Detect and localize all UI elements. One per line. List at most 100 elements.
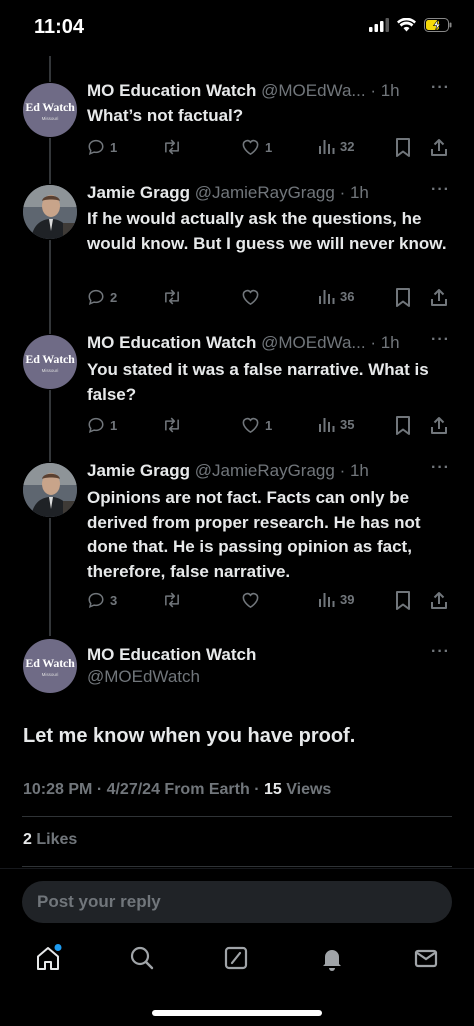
more-options-icon[interactable]: ···	[431, 643, 450, 661]
avatar-text: Ed Watch	[25, 655, 75, 670]
bookmark-icon	[396, 591, 410, 610]
like-count: 1	[265, 417, 273, 433]
bookmark-icon	[396, 416, 410, 435]
reply-count: 1	[110, 417, 118, 433]
cellular-signal-icon	[369, 18, 389, 32]
retweet-button[interactable]	[162, 591, 187, 609]
retweet-button[interactable]	[162, 416, 187, 434]
tweet-text: Opinions are not fact. Facts can only be…	[87, 488, 421, 581]
thread-line	[49, 240, 51, 334]
retweet-icon	[165, 289, 179, 305]
tweet-time[interactable]: · 1h	[340, 183, 369, 202]
tweet-time[interactable]: · 1h	[370, 333, 399, 352]
retweet-icon	[165, 417, 179, 433]
avatar-subtext: Missouri	[41, 671, 59, 677]
author-handle[interactable]: @MOEdWa...	[261, 81, 365, 100]
thread-line	[49, 518, 51, 636]
likes-summary[interactable]: 2 Likes	[23, 831, 77, 849]
share-button[interactable]	[430, 591, 448, 610]
share-icon	[431, 139, 447, 156]
avatar[interactable]	[23, 185, 77, 239]
reply-button[interactable]: 1	[87, 138, 117, 156]
author-name[interactable]: Jamie Gragg	[87, 461, 190, 480]
grok-icon	[224, 946, 248, 970]
reply-button[interactable]: 3	[87, 591, 117, 609]
views-button[interactable]: 39	[319, 591, 354, 607]
author-handle[interactable]: @MOEdWa...	[261, 333, 365, 352]
avatar[interactable]: Ed Watch Missouri	[23, 639, 77, 693]
views-button[interactable]: 35	[319, 416, 354, 432]
bookmark-button[interactable]	[395, 416, 411, 435]
tweet-timestamp[interactable]: 10:28 PM · 4/27/24 From Earth ·	[23, 781, 260, 798]
tab-home[interactable]	[34, 944, 62, 977]
profile-photo	[23, 185, 77, 239]
reply-count: 3	[110, 592, 118, 608]
retweet-button[interactable]	[162, 288, 187, 306]
reply-icon	[88, 289, 104, 305]
bookmark-button[interactable]	[395, 591, 411, 610]
retweet-button[interactable]	[162, 138, 187, 156]
reply-count: 2	[110, 289, 118, 305]
avatar[interactable]: Ed Watch Missouri	[23, 335, 77, 389]
like-button[interactable]	[241, 591, 265, 609]
share-icon	[431, 592, 447, 609]
tab-search[interactable]	[128, 944, 156, 977]
share-button[interactable]	[430, 288, 448, 307]
main-tweet-text: Let me know when you have proof.	[23, 725, 356, 747]
tweet-time[interactable]: · 1h	[370, 81, 399, 100]
reply-icon	[88, 139, 104, 155]
main-author-name[interactable]: MO Education Watch	[87, 644, 256, 666]
status-time: 11:04	[34, 16, 85, 38]
like-count: 1	[265, 139, 273, 155]
tab-messages[interactable]	[412, 944, 440, 977]
home-icon	[37, 944, 62, 970]
views-count: 32	[340, 138, 355, 154]
main-author-handle[interactable]: @MOEdWatch	[87, 666, 200, 688]
tweet-text: What’s not factual?	[87, 106, 244, 125]
tweet-actions: 2 36	[87, 288, 451, 308]
bookmark-button[interactable]	[395, 288, 411, 307]
home-indicator	[152, 1010, 322, 1016]
tweet-header: Jamie Gragg @JamieRayGragg · 1h	[87, 182, 369, 204]
views-button[interactable]: 36	[319, 288, 354, 304]
reply-button[interactable]: 2	[87, 288, 117, 306]
avatar[interactable]	[23, 463, 77, 517]
reply-input[interactable]: Post your reply	[22, 881, 452, 923]
tweet-header: MO Education Watch @MOEdWa... · 1h	[87, 332, 400, 354]
share-icon	[431, 417, 447, 434]
wifi-icon	[397, 18, 416, 32]
share-button[interactable]	[430, 138, 448, 157]
thread-line	[49, 56, 51, 82]
bookmark-button[interactable]	[395, 138, 411, 157]
like-button[interactable]	[241, 288, 265, 306]
share-button[interactable]	[430, 416, 448, 435]
author-name[interactable]: Jamie Gragg	[87, 183, 190, 202]
like-icon	[242, 139, 259, 156]
more-options-icon[interactable]: ···	[431, 181, 450, 199]
views-icon	[319, 140, 335, 154]
author-name[interactable]: MO Education Watch	[87, 333, 256, 352]
more-options-icon[interactable]: ···	[431, 79, 450, 97]
author-handle[interactable]: @JamieRayGragg	[195, 183, 335, 202]
tab-notifications[interactable]	[318, 944, 346, 977]
like-button[interactable]: 1	[241, 416, 272, 434]
reply-button[interactable]: 1	[87, 416, 117, 434]
divider	[22, 816, 452, 817]
views-label: Views	[286, 781, 332, 798]
avatar[interactable]: Ed Watch Missouri	[23, 83, 77, 137]
tab-grok[interactable]	[222, 944, 250, 977]
tweet-time[interactable]: · 1h	[340, 461, 369, 480]
status-icons	[369, 18, 452, 32]
more-options-icon[interactable]: ···	[431, 459, 450, 477]
author-handle[interactable]: @JamieRayGragg	[195, 461, 335, 480]
tweet-text: If he would actually ask the questions, …	[87, 209, 447, 253]
reply-icon	[88, 417, 104, 433]
views-button[interactable]: 32	[319, 138, 354, 154]
author-name[interactable]: MO Education Watch	[87, 81, 256, 100]
more-options-icon[interactable]: ···	[431, 331, 450, 349]
retweet-icon	[165, 139, 179, 155]
tweet-header: Jamie Gragg @JamieRayGragg · 1h	[87, 460, 369, 482]
search-icon	[130, 946, 154, 970]
like-button[interactable]: 1	[241, 138, 272, 156]
views-icon	[319, 418, 335, 432]
